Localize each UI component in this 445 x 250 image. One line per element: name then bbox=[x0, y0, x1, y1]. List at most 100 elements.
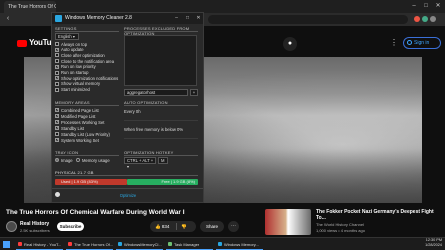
channel-name[interactable]: Real History bbox=[20, 221, 49, 227]
taskbar-item[interactable]: WindowsMemoryCl... bbox=[116, 239, 163, 250]
sign-in-button[interactable]: Sign in bbox=[403, 37, 441, 49]
add-process-button[interactable]: + bbox=[190, 89, 198, 96]
clock-date: 1/28/2024 bbox=[425, 243, 442, 247]
checkbox-indicator bbox=[55, 53, 59, 58]
more-actions-icon[interactable]: ⋯ bbox=[228, 221, 239, 232]
extension-icon[interactable] bbox=[414, 16, 420, 22]
minimize-window-button[interactable]: – bbox=[408, 0, 420, 12]
profile-icon[interactable] bbox=[430, 16, 436, 22]
close-window-button[interactable]: ✕ bbox=[432, 0, 444, 12]
taskbar-item[interactable]: Real History - YouT... bbox=[16, 239, 63, 250]
checkbox-label: Close after optimization bbox=[61, 52, 105, 58]
auto-every-slider[interactable] bbox=[124, 120, 198, 121]
auto-usage-slider[interactable] bbox=[124, 138, 198, 139]
free-memory-bar: Free | 1.9 GB (8%) bbox=[127, 179, 198, 185]
app-icon bbox=[218, 242, 222, 246]
share-button[interactable]: Share bbox=[200, 221, 224, 232]
app-icon bbox=[68, 242, 72, 246]
divider bbox=[176, 223, 177, 230]
checkbox-label: Show optimization notifications bbox=[61, 75, 119, 81]
recommended-title[interactable]: The Fokker Pocket Nazi Germany's Deepest… bbox=[316, 209, 444, 221]
recommended-meta: 1,000 views • 4 months ago bbox=[316, 228, 365, 233]
back-icon[interactable]: ‹ bbox=[3, 14, 13, 24]
app-icon bbox=[118, 242, 122, 246]
divider bbox=[55, 155, 119, 156]
checkbox-indicator bbox=[55, 59, 59, 64]
taskbar-item[interactable]: Task Manager bbox=[166, 239, 213, 250]
channel-subscriber-count: 2.5K subscribers bbox=[20, 228, 50, 233]
hotkey-key-value: M bbox=[161, 158, 165, 163]
process-value: aggregatorhost bbox=[127, 90, 156, 95]
divider bbox=[55, 31, 119, 32]
hotkey-modifier-value: CTRL + ALT + bbox=[127, 158, 154, 163]
youtube-logo-icon[interactable] bbox=[17, 40, 27, 47]
checkbox-label: System Working Set bbox=[61, 137, 99, 143]
system-clock[interactable]: 12:30 PM 1/28/2024 bbox=[420, 238, 442, 248]
start-icon[interactable] bbox=[3, 241, 10, 248]
app-icon bbox=[168, 242, 172, 246]
like-button[interactable]: 👍 834 bbox=[155, 221, 169, 232]
recommended-thumbnail[interactable] bbox=[265, 209, 311, 235]
checkbox-label: Start minimized bbox=[61, 87, 90, 93]
github-icon[interactable] bbox=[55, 192, 60, 197]
browser-tab[interactable]: The True Horrors Of Chem... bbox=[4, 1, 56, 13]
divider bbox=[52, 188, 203, 189]
auto-every-label: Every 0h bbox=[124, 109, 141, 114]
checkbox-indicator bbox=[55, 70, 59, 75]
checkbox-indicator: ✓ bbox=[55, 126, 59, 130]
recommended-channel: The World History Channel bbox=[316, 222, 364, 227]
radio-indicator bbox=[55, 158, 59, 162]
address-bar[interactable] bbox=[208, 15, 408, 24]
taskbar-item[interactable]: The True Horrors Of... bbox=[66, 239, 113, 250]
free-memory-label: Free | 1.9 GB (8%) bbox=[161, 179, 196, 184]
more-options-icon[interactable]: ⋮ bbox=[390, 38, 398, 47]
like-dislike-pill: 👍 834 👎 bbox=[150, 221, 196, 232]
channel-avatar[interactable] bbox=[6, 221, 17, 232]
restore-icon[interactable]: □ bbox=[183, 13, 192, 24]
hotkey-key-select[interactable]: M bbox=[158, 157, 168, 164]
taskbar: Real History - YouT... The True Horrors O… bbox=[0, 237, 445, 250]
checkbox-label: Standby List (Low Priority) bbox=[61, 131, 110, 137]
checkbox-indicator bbox=[55, 87, 59, 92]
close-icon[interactable]: ✕ bbox=[194, 13, 203, 24]
process-select[interactable]: aggregatorhost bbox=[124, 89, 188, 96]
maximize-window-button[interactable]: □ bbox=[420, 0, 432, 12]
minimize-icon[interactable]: – bbox=[172, 13, 181, 24]
memory-cleaner-window: Windows Memory Cleaner 2.8 – □ ✕ SETTING… bbox=[51, 12, 204, 203]
checkbox-label: Show virtual memory bbox=[61, 81, 101, 87]
radio-label: Memory usage bbox=[82, 157, 110, 163]
checkbox-label: Processes Working Set bbox=[61, 119, 105, 125]
taskbar-item[interactable]: Windows Memory... bbox=[216, 239, 263, 250]
taskbar-item-label: Windows Memory... bbox=[224, 242, 259, 247]
like-count: 834 bbox=[161, 224, 170, 229]
checkbox-indicator bbox=[55, 42, 59, 46]
subscribe-button[interactable]: Subscribe bbox=[57, 222, 84, 231]
dislike-icon[interactable]: 👎 bbox=[181, 221, 187, 232]
divider bbox=[124, 31, 198, 32]
radio-indicator bbox=[76, 158, 80, 162]
auto-usage-label: When free memory is below 0% bbox=[124, 127, 183, 132]
optimize-button[interactable]: Optimize bbox=[103, 193, 153, 199]
window-title-bar[interactable]: Windows Memory Cleaner 2.8 – □ ✕ bbox=[52, 13, 203, 24]
divider bbox=[55, 175, 198, 176]
hotkey-modifier-select[interactable]: CTRL + ALT + ▾ bbox=[124, 157, 156, 169]
checkbox-label: Run on low priority bbox=[61, 64, 96, 70]
language-select[interactable]: English ▾ bbox=[55, 33, 79, 40]
taskbar-item-label: Real History - YouT... bbox=[24, 242, 62, 247]
app-icon bbox=[18, 242, 22, 246]
microphone-icon[interactable]: ● bbox=[283, 37, 297, 51]
excluded-process-list[interactable] bbox=[124, 35, 197, 86]
taskbar-item-label: The True Horrors Of... bbox=[74, 242, 113, 247]
checkbox-indicator: ✓ bbox=[55, 47, 59, 52]
checkbox-indicator: ✓ bbox=[55, 64, 59, 69]
checkbox-label: Combined Page List bbox=[61, 107, 99, 113]
checkbox-indicator: ✓ bbox=[55, 76, 59, 81]
used-memory-bar: Used | 1.9 GB (83%) bbox=[55, 179, 127, 185]
auto-usage-value: When free memory is below 0% bbox=[124, 127, 184, 132]
radio-label: Image bbox=[61, 157, 73, 163]
app-icon bbox=[55, 15, 62, 22]
checkbox-label: Auto update bbox=[61, 47, 84, 53]
language-value: English bbox=[58, 34, 72, 39]
extension-icon[interactable] bbox=[422, 16, 428, 22]
checkbox-indicator bbox=[55, 132, 59, 136]
